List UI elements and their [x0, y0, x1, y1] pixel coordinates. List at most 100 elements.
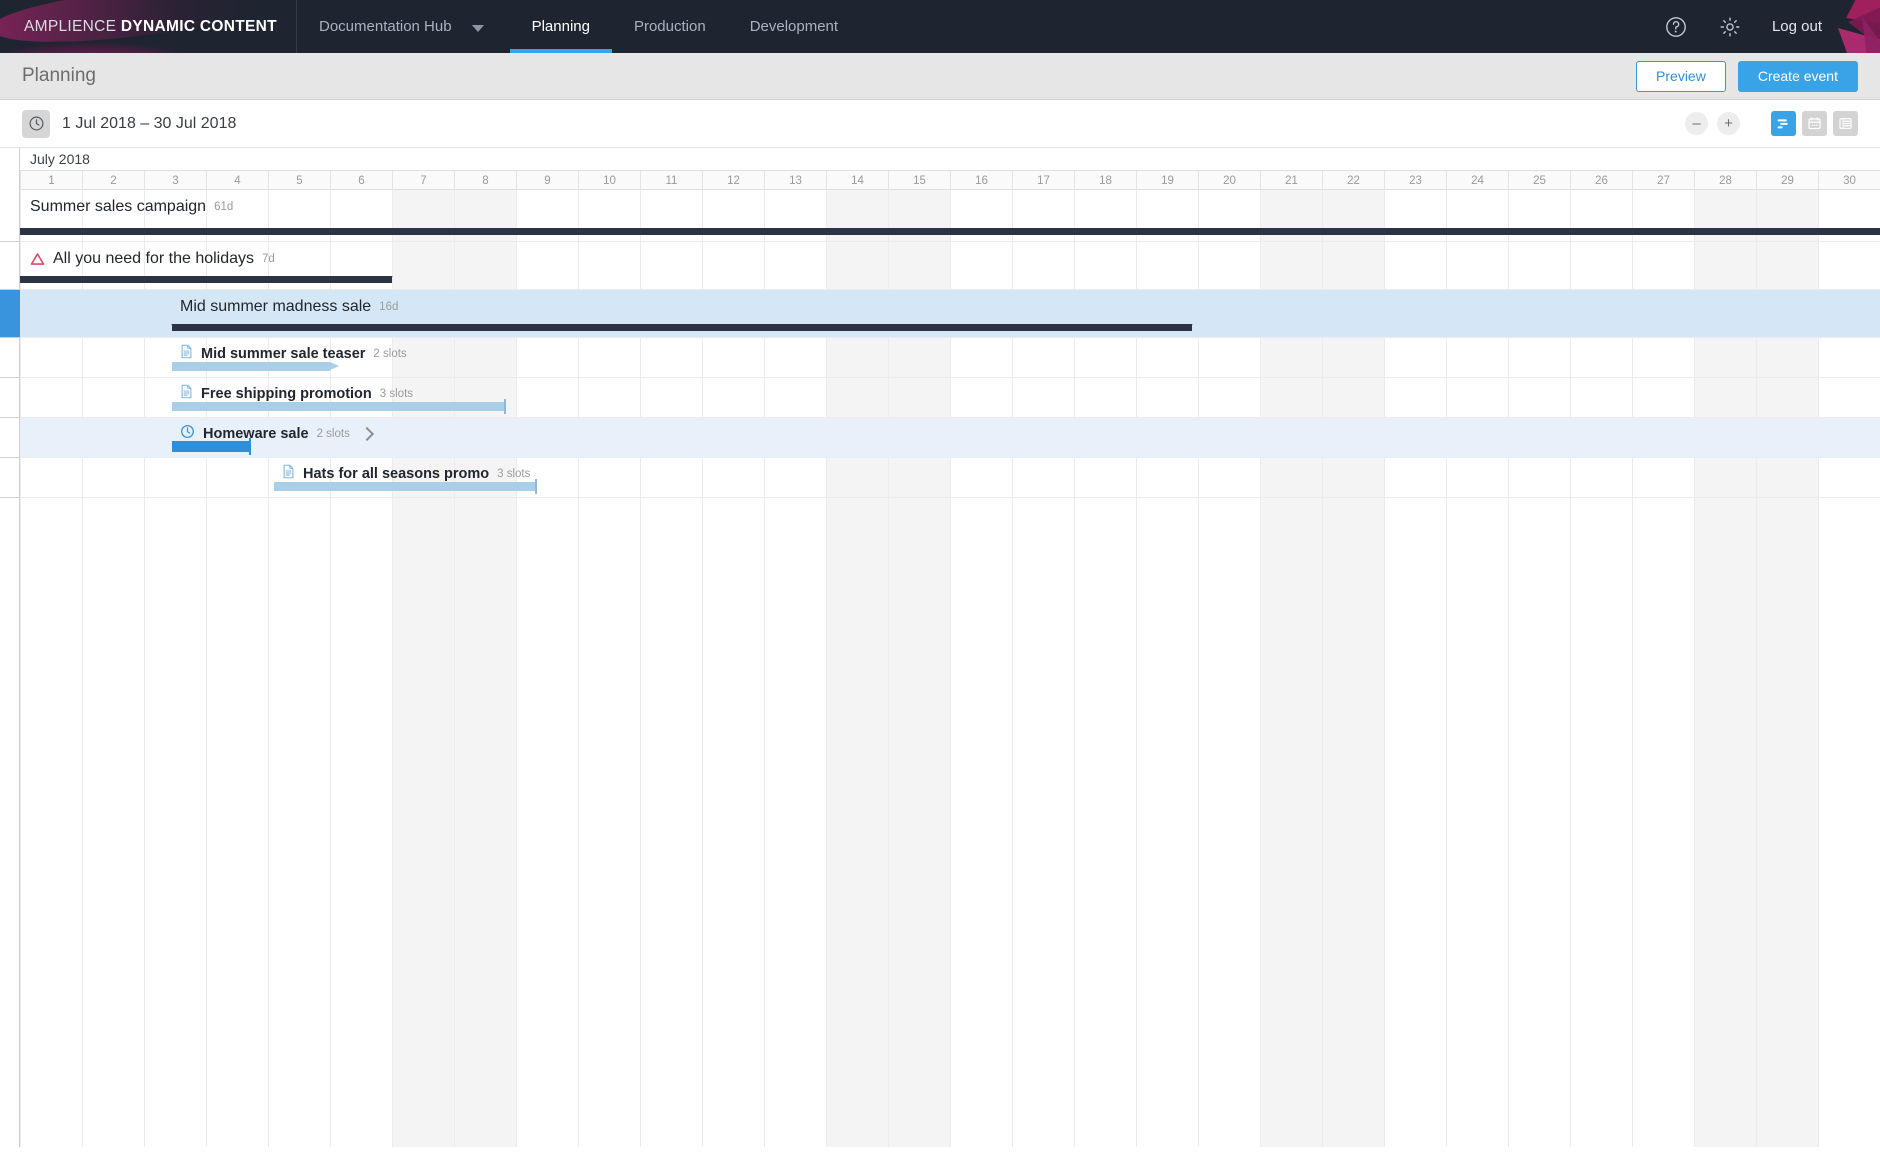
day-header-row: 1 2 3 4 5 6 7 8 9 10 11 12 13 14 15 16 17 18 19 20 21 22 23 24 2… — [20, 171, 1880, 190]
row-label-mid-summer-madness-sale[interactable]: Mid summer madness sale 16d — [180, 298, 398, 316]
day-header-21: 21 — [1260, 171, 1322, 190]
row-label-free-shipping-promotion[interactable]: Free shipping promotion 3 slots — [180, 384, 413, 404]
day-header-6: 6 — [330, 171, 392, 190]
nav-tab-development-label: Development — [749, 18, 839, 35]
row-label-hats-for-all-seasons-promo[interactable]: Hats for all seasons promo 3 slots — [282, 464, 530, 484]
list-view-button[interactable] — [1833, 111, 1858, 136]
gantt-bar-hats-for-all-seasons-promo[interactable] — [274, 479, 537, 494]
day-header-22: 22 — [1322, 171, 1384, 190]
brand-name-bold: DYNAMIC CONTENT — [120, 17, 277, 35]
gutter-separator — [0, 497, 20, 498]
gutter-separator — [0, 337, 20, 338]
day-header-23: 23 — [1384, 171, 1446, 190]
row-title: Mid summer sale teaser — [201, 346, 366, 362]
date-range-label: 1 Jul 2018 – 30 Jul 2018 — [62, 114, 237, 132]
row-meta: 61d — [214, 201, 234, 213]
row-label-all-you-need-for-the-holidays[interactable]: All you need for the holidays 7d — [30, 250, 275, 268]
nav-utility-group: Log out — [1664, 0, 1880, 53]
help-circle-icon[interactable] — [1664, 15, 1688, 39]
hub-selector-label: Documentation Hub — [319, 18, 452, 35]
day-header-3: 3 — [144, 171, 206, 190]
day-header-29: 29 — [1756, 171, 1818, 190]
row-title: All you need for the holidays — [53, 250, 255, 267]
warning-triangle-icon — [30, 252, 45, 266]
gantt-bar-free-shipping-promotion[interactable] — [171, 399, 506, 414]
row-meta: 2 slots — [373, 348, 407, 360]
row-label-summer-sales-campaign[interactable]: Summer sales campaign 61d — [30, 198, 233, 216]
page-header-actions: Preview Create event — [1636, 60, 1858, 92]
top-navigation-bar: AMPLIENCE DYNAMIC CONTENT Documentation … — [0, 0, 1880, 53]
zoom-in-button[interactable]: + — [1717, 112, 1740, 135]
row-separator — [20, 497, 1880, 498]
gantt-bar-mid-summer-sale-teaser[interactable] — [171, 362, 340, 371]
day-header-19: 19 — [1136, 171, 1198, 190]
brand-logo[interactable]: AMPLIENCE DYNAMIC CONTENT — [0, 0, 297, 53]
nav-tab-production[interactable]: Production — [612, 0, 728, 53]
day-header-18: 18 — [1074, 171, 1136, 190]
row-meta: 2 slots — [316, 428, 350, 440]
gantt-chart: July 2018 1 2 3 4 5 6 7 8 9 10 11 12 13 14 15 16 17 18 19 2… — [0, 148, 1880, 1147]
day-header-1: 1 — [20, 171, 82, 190]
timeline-controls: – + — [1685, 111, 1858, 136]
month-band: July 2018 — [20, 148, 1880, 171]
date-range-picker[interactable]: 1 Jul 2018 – 30 Jul 2018 — [22, 109, 237, 138]
day-header-20: 20 — [1198, 171, 1260, 190]
row-meta: 3 slots — [379, 388, 414, 400]
day-header-2: 2 — [82, 171, 144, 190]
day-header-25: 25 — [1508, 171, 1570, 190]
gutter-separator — [0, 241, 20, 242]
gutter-separator — [0, 457, 20, 458]
day-header-13: 13 — [764, 171, 826, 190]
gear-icon[interactable] — [1718, 15, 1742, 39]
day-header-24: 24 — [1446, 171, 1508, 190]
zoom-out-button[interactable]: – — [1685, 112, 1708, 135]
day-header-30: 30 — [1818, 171, 1880, 190]
gantt-bar-all-you-need-for-the-holidays[interactable] — [20, 276, 393, 283]
day-header-16: 16 — [950, 171, 1012, 190]
gantt-bar-homeware-sale[interactable] — [171, 438, 251, 455]
nav-tab-planning[interactable]: Planning — [509, 0, 613, 53]
day-header-7: 7 — [392, 171, 454, 190]
row-selection-indicator — [0, 290, 20, 337]
day-header-26: 26 — [1570, 171, 1632, 190]
document-icon — [180, 344, 193, 364]
day-header-4: 4 — [206, 171, 268, 190]
gantt-bar-mid-summer-madness-sale[interactable] — [170, 324, 1193, 331]
timeline-toolbar: 1 Jul 2018 – 30 Jul 2018 – + — [0, 100, 1880, 148]
day-header-17: 17 — [1012, 171, 1074, 190]
row-meta: 16d — [379, 301, 399, 313]
row-gutter — [0, 148, 20, 1147]
gantt-bar-summer-sales-campaign[interactable] — [20, 228, 1880, 235]
preview-button[interactable]: Preview — [1636, 60, 1726, 92]
day-header-5: 5 — [268, 171, 330, 190]
calendar-view-button[interactable] — [1802, 111, 1827, 136]
create-event-button[interactable]: Create event — [1737, 60, 1858, 92]
day-header-9: 9 — [516, 171, 578, 190]
chevron-right-icon[interactable] — [359, 426, 374, 442]
gutter-separator — [0, 417, 20, 418]
page-header: Planning Preview Create event — [0, 53, 1880, 100]
timeline-view-button[interactable] — [1771, 111, 1796, 136]
timeline-grid: July 2018 1 2 3 4 5 6 7 8 9 10 11 12 13 14 15 16 17 18 19 2… — [20, 148, 1880, 1147]
nav-tab-development[interactable]: Development — [728, 0, 860, 53]
nav-tab-planning-label: Planning — [531, 18, 590, 35]
row-meta: 7d — [262, 253, 275, 265]
page-title: Planning — [22, 65, 96, 86]
chevron-down-icon — [471, 24, 484, 32]
day-header-28: 28 — [1694, 171, 1756, 190]
row-meta: 3 slots — [497, 468, 531, 480]
hub-selector[interactable]: Documentation Hub — [297, 0, 510, 53]
day-header-10: 10 — [578, 171, 640, 190]
day-header-14: 14 — [826, 171, 888, 190]
row-title: Summer sales campaign — [30, 198, 207, 215]
brand-name-light: AMPLIENCE — [24, 17, 121, 35]
row-title: Free shipping promotion — [201, 386, 372, 402]
logout-button[interactable]: Log out — [1772, 18, 1822, 35]
row-title: Hats for all seasons promo — [303, 466, 490, 482]
row-title: Homeware sale — [203, 426, 309, 442]
day-header-27: 27 — [1632, 171, 1694, 190]
row-label-mid-summer-sale-teaser[interactable]: Mid summer sale teaser 2 slots — [180, 344, 407, 364]
clock-icon — [22, 109, 50, 138]
month-label: July 2018 — [30, 151, 90, 167]
gutter-separator — [0, 377, 20, 378]
